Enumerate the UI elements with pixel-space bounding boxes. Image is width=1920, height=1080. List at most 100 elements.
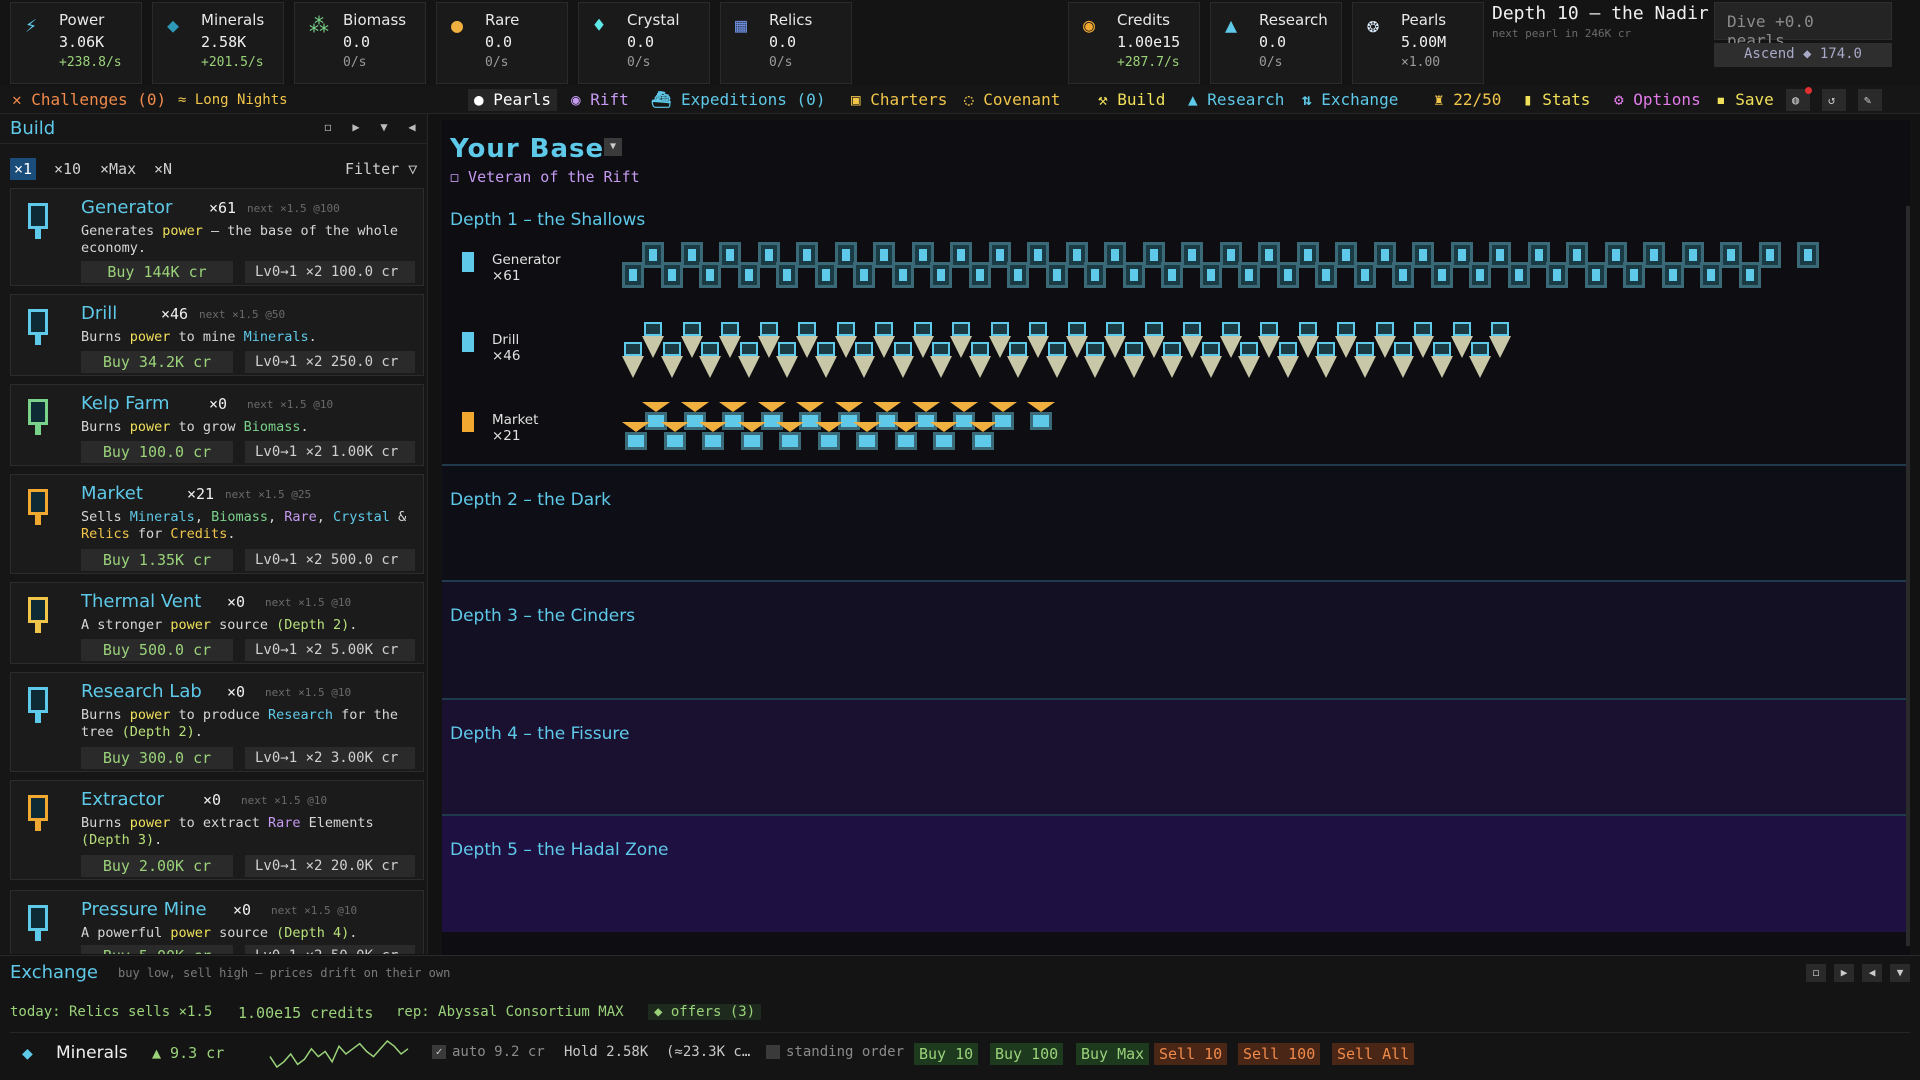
- chevron-left-icon[interactable]: ◀: [1862, 964, 1882, 982]
- standing-order-checkbox[interactable]: [766, 1045, 780, 1059]
- tab-expeditions[interactable]: ⛴ Expeditions (0): [645, 89, 831, 111]
- drill-icon: [25, 307, 51, 347]
- build-card-thermal-vent[interactable]: Thermal Vent ×0 next ×1.5 @10 A stronger…: [10, 582, 424, 664]
- buy-button[interactable]: Buy 34.2K cr: [81, 351, 233, 373]
- chevron-down-icon[interactable]: ▼: [1890, 964, 1910, 982]
- desc-fragment: .: [349, 925, 358, 941]
- level-up-button[interactable]: Lv0→1 ×2 250.0 cr: [245, 351, 415, 373]
- build-card-extractor[interactable]: Extractor ×0 next ×1.5 @10 Burns power t…: [10, 780, 424, 880]
- buy-button[interactable]: Buy 300.0 cr: [81, 747, 233, 769]
- mult-x1[interactable]: ×1: [10, 158, 37, 180]
- drill-sprite: [699, 342, 721, 378]
- hold-amount: Hold 2.58K: [564, 1044, 649, 1060]
- tab-pearls[interactable]: ● Pearls: [468, 89, 558, 111]
- play-icon[interactable]: ▶: [346, 120, 366, 138]
- build-card-kelp-farm[interactable]: Kelp Farm ×0 next ×1.5 @10 Burns power t…: [10, 384, 424, 466]
- next-pearl-text: next pearl in 246K cr: [1492, 27, 1632, 40]
- generator-sprite: [1623, 262, 1645, 288]
- level-up-button[interactable]: Lv0→1 ×2 500.0 cr: [245, 549, 415, 571]
- building-name: Thermal Vent: [81, 591, 202, 612]
- tab-build[interactable]: ⚒ Build: [1092, 89, 1171, 111]
- building-description: Burns power to grow Biomass.: [81, 419, 411, 436]
- buy-button[interactable]: Buy 100.0 cr: [81, 441, 233, 463]
- resize-handle[interactable]: ⋮⋮: [426, 521, 427, 539]
- rift-icon: ◉: [571, 90, 591, 109]
- buy-100-button[interactable]: Buy 100: [990, 1043, 1064, 1065]
- offers-button[interactable]: ◆ offers (3): [648, 1004, 762, 1020]
- desc-fragment: Burns: [81, 329, 130, 345]
- tab-research[interactable]: ▲ Research: [1182, 89, 1290, 111]
- depth-label: Depth 5 – the Hadal Zone: [450, 840, 669, 860]
- resource-research: ▲ Research 0.0 0/s: [1210, 2, 1342, 84]
- desc-fragment: .: [300, 419, 309, 435]
- resource-value: 5.00M: [1401, 33, 1447, 51]
- filter-button[interactable]: Filter ▽: [345, 160, 417, 178]
- notification-icon[interactable]: ◍: [1786, 87, 1812, 111]
- drill-sprite: [1353, 342, 1376, 378]
- build-card-generator[interactable]: Generator ×61 next ×1.5 @100 Generates p…: [10, 188, 424, 286]
- mult-xmax[interactable]: ×Max: [96, 158, 140, 180]
- generator-sprite: [1199, 262, 1222, 288]
- challenges-button[interactable]: ✕ Challenges (0): [6, 89, 172, 111]
- tab-exchange[interactable]: ⇅ Exchange: [1296, 89, 1404, 111]
- build-card-market[interactable]: Market ×21 next ×1.5 @25 Sells Minerals,…: [10, 474, 424, 574]
- dive-button[interactable]: Dive +0.0 pearls: [1714, 2, 1892, 50]
- generator-sprite: [891, 262, 914, 288]
- scrollbar[interactable]: [1906, 206, 1910, 946]
- buy-10-button[interactable]: Buy 10: [914, 1043, 979, 1065]
- build-card-pressure-mine[interactable]: Pressure Mine ×0 next ×1.5 @10 A powerfu…: [10, 890, 424, 954]
- level-up-button[interactable]: Lv0→1 ×2 3.00K cr: [245, 747, 415, 769]
- auto-checkbox[interactable]: ✓: [432, 1045, 446, 1059]
- building-description: Generates power — the base of the whole …: [81, 223, 411, 257]
- hold-value: (≈23.3K c…: [666, 1044, 751, 1060]
- buy-button[interactable]: Buy 5.00K cr: [81, 945, 233, 954]
- base-dropdown[interactable]: ▼: [604, 138, 622, 156]
- chevron-down-icon[interactable]: ▼: [374, 120, 394, 138]
- level-up-button[interactable]: Lv0→1 ×2 5.00K cr: [245, 639, 415, 661]
- tab-covenant[interactable]: ◌ Covenant: [958, 89, 1066, 111]
- long-nights-badge[interactable]: ≈ Long Nights: [172, 89, 294, 111]
- square-icon[interactable]: ◻: [318, 120, 338, 138]
- buy-button[interactable]: Buy 1.35K cr: [81, 549, 233, 571]
- build-card-drill[interactable]: Drill ×46 next ×1.5 @50 Burns power to m…: [10, 294, 424, 376]
- sell-100-button[interactable]: Sell 100: [1238, 1043, 1321, 1065]
- tab-charters[interactable]: ▣ Charters: [845, 89, 953, 111]
- buy-button[interactable]: Buy 500.0 cr: [81, 639, 233, 661]
- wrench-icon[interactable]: ✎: [1858, 89, 1882, 111]
- buy-max-button[interactable]: Buy Max: [1076, 1043, 1150, 1065]
- level-up-button[interactable]: Lv0→1 ×2 20.0K cr: [245, 855, 415, 877]
- square-icon[interactable]: ◻: [1806, 964, 1826, 982]
- save-button[interactable]: ▪ Save: [1710, 89, 1780, 111]
- tab-rift[interactable]: ◉ Rift: [565, 89, 635, 111]
- sell-10-button[interactable]: Sell 10: [1154, 1043, 1228, 1065]
- buy-button[interactable]: Buy 144K cr: [81, 261, 233, 283]
- desc-fragment: (Depth 3): [81, 832, 155, 848]
- level-up-button[interactable]: Lv0→1 ×2 1.00K cr: [245, 441, 415, 463]
- level-up-button[interactable]: Lv0→1 ×2 50.0K cr: [245, 945, 415, 954]
- building-name: Market: [81, 483, 143, 504]
- buy-button[interactable]: Buy 2.00K cr: [81, 855, 233, 877]
- sell-all-button[interactable]: Sell All: [1332, 1043, 1415, 1065]
- level-up-button[interactable]: Lv0→1 ×2 100.0 cr: [245, 261, 415, 283]
- tab-stats[interactable]: ▮ Stats: [1517, 89, 1596, 111]
- play-icon[interactable]: ▶: [1834, 964, 1854, 982]
- mult-x10[interactable]: ×10: [50, 158, 85, 180]
- next-threshold: next ×1.5 @10: [241, 794, 328, 807]
- market-sprite: [814, 422, 843, 450]
- generator-sprite: [1084, 262, 1106, 288]
- trophies-counter[interactable]: ♜ 22/50: [1428, 89, 1507, 111]
- ascend-button[interactable]: Ascend ◆ 174.0: [1714, 43, 1892, 67]
- desc-fragment: source: [211, 925, 277, 941]
- gear-icon: ⚙: [1614, 90, 1634, 109]
- chevron-left-icon[interactable]: ◀: [402, 120, 422, 138]
- nav-bar: ✕ Challenges (0) ≈ Long Nights ● Pearls …: [0, 86, 1920, 114]
- depth-label: Depth 3 – the Cinders: [450, 606, 636, 626]
- tab-options[interactable]: ⚙ Options: [1608, 89, 1707, 111]
- generator-sprite: [1738, 262, 1761, 288]
- build-card-research-lab[interactable]: Research Lab ×0 next ×1.5 @10 Burns powe…: [10, 672, 424, 772]
- resource-minerals: ◆ Minerals 2.58K +201.5/s: [152, 2, 284, 84]
- mult-xn[interactable]: ×N: [150, 158, 176, 180]
- desc-fragment: Biomass: [243, 419, 301, 435]
- history-icon[interactable]: ↺: [1822, 89, 1846, 111]
- price-readout: ▲ 9.3 cr: [152, 1044, 225, 1062]
